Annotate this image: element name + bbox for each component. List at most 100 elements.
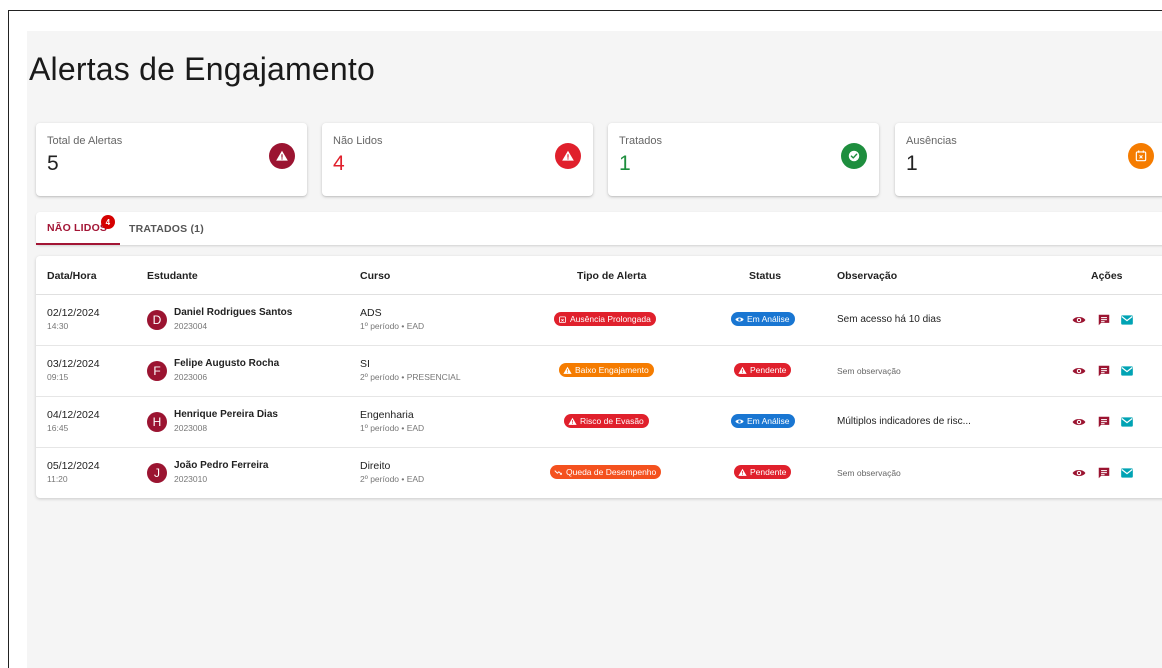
alert-time: 09:15 — [47, 372, 69, 382]
observation-text: Múltiplos indicadores de risc... — [837, 416, 971, 427]
email-button[interactable] — [1120, 415, 1134, 429]
course-detail: 1º período • EAD — [360, 423, 425, 433]
student-name: Daniel Rodrigues Santos — [174, 307, 293, 318]
email-button[interactable] — [1120, 313, 1134, 327]
table-row: 02/12/2024 14:30 D Daniel Rodrigues Sant… — [36, 295, 1162, 346]
page-title: Alertas de Engajamento — [29, 51, 375, 87]
window-frame: Alertas de Engajamento Total de Alertas … — [8, 10, 1162, 668]
mail-icon — [1121, 366, 1133, 376]
view-button[interactable] — [1072, 415, 1086, 429]
warning-icon — [738, 468, 747, 476]
eye-icon — [1072, 469, 1086, 477]
comment-icon — [1098, 467, 1110, 479]
header-student: Estudante — [147, 270, 198, 282]
stat-label: Não Lidos — [333, 135, 383, 147]
alert-type-label: Ausência Prolongada — [570, 314, 651, 324]
student-name: Felipe Augusto Rocha — [174, 358, 280, 369]
header-alert-type: Tipo de Alerta — [577, 270, 647, 282]
avatar: F — [147, 361, 167, 381]
alerts-table: Data/Hora Estudante Curso Tipo de Alerta… — [36, 256, 1162, 498]
warning-icon — [563, 366, 572, 374]
view-button[interactable] — [1072, 364, 1086, 378]
course-detail: 2º período • PRESENCIAL — [360, 372, 461, 382]
student-id: 2023006 — [174, 372, 208, 382]
stat-card-treated: Tratados 1 — [608, 123, 879, 196]
alert-time: 14:30 — [47, 321, 69, 331]
comment-icon — [1098, 365, 1110, 377]
alert-type-label: Baixo Engajamento — [575, 365, 649, 375]
stat-label: Total de Alertas — [47, 135, 123, 147]
student-name: João Pedro Ferreira — [174, 460, 269, 471]
eye-icon — [1072, 418, 1086, 426]
alert-type-chip: Risco de Evasão — [564, 414, 649, 428]
comment-button[interactable] — [1097, 415, 1111, 429]
warning-icon — [555, 143, 581, 169]
calendar-x-icon — [559, 315, 566, 323]
mail-icon — [1121, 417, 1133, 427]
tabs-bar: NÃO LIDOS 4 TRATADOS (1) — [36, 212, 1162, 245]
alert-time: 11:20 — [47, 474, 68, 484]
status-badge: Pendente — [734, 465, 792, 479]
main-content: Alertas de Engajamento Total de Alertas … — [27, 31, 1162, 668]
header-actions: Ações — [1091, 270, 1123, 282]
status-badge: Pendente — [734, 363, 792, 377]
alert-date: 03/12/2024 — [47, 358, 100, 370]
avatar: H — [147, 412, 167, 432]
alert-date: 04/12/2024 — [47, 409, 100, 421]
table-row: 03/12/2024 09:15 F Felipe Augusto Rocha … — [36, 346, 1162, 397]
table-header: Data/Hora Estudante Curso Tipo de Alerta… — [36, 256, 1162, 295]
status-badge: Em Análise — [731, 414, 795, 428]
header-observation: Observação — [837, 270, 898, 282]
stat-value: 5 — [47, 152, 59, 175]
tab-unread-label: NÃO LIDOS — [47, 221, 108, 234]
view-button[interactable] — [1072, 466, 1086, 480]
comment-icon — [1098, 314, 1110, 326]
course-detail: 1º período • EAD — [360, 321, 425, 331]
student-id: 2023008 — [174, 423, 208, 433]
comment-button[interactable] — [1097, 466, 1111, 480]
status-label: Pendente — [750, 467, 787, 477]
observation-text: Sem acesso há 10 dias — [837, 314, 941, 325]
comment-button[interactable] — [1097, 313, 1111, 327]
alert-type-chip: Baixo Engajamento — [559, 363, 654, 377]
eye-icon — [735, 317, 744, 321]
table-row: 05/12/2024 11:20 J João Pedro Ferreira 2… — [36, 448, 1162, 499]
mail-icon — [1121, 468, 1133, 478]
course-name: ADS — [360, 307, 382, 319]
alert-type-label: Queda de Desempenho — [566, 467, 657, 477]
mail-icon — [1121, 315, 1133, 325]
comment-button[interactable] — [1097, 364, 1111, 378]
header-date: Data/Hora — [47, 270, 97, 282]
status-badge: Em Análise — [731, 312, 795, 326]
alert-type-chip: Ausência Prolongada — [554, 312, 656, 326]
warning-icon — [269, 143, 295, 169]
warning-icon — [568, 417, 577, 425]
alert-date: 02/12/2024 — [47, 307, 100, 319]
alert-type-label: Risco de Evasão — [580, 416, 644, 426]
student-name: Henrique Pereira Dias — [174, 409, 278, 420]
tab-unread[interactable]: NÃO LIDOS 4 — [36, 212, 120, 245]
eye-icon — [735, 419, 744, 423]
stat-value: 1 — [906, 152, 918, 175]
course-detail: 2º período • EAD — [360, 474, 425, 484]
student-id: 2023010 — [174, 474, 208, 484]
comment-icon — [1098, 416, 1110, 428]
tab-treated[interactable]: TRATADOS (1) — [129, 212, 204, 245]
trending-down-icon — [554, 469, 562, 475]
header-course: Curso — [360, 270, 391, 282]
observation-text: Sem observação — [837, 468, 901, 478]
view-button[interactable] — [1072, 313, 1086, 327]
table-row: 04/12/2024 16:45 H Henrique Pereira Dias… — [36, 397, 1162, 448]
stat-card-unread: Não Lidos 4 — [322, 123, 593, 196]
alert-date: 05/12/2024 — [47, 460, 100, 472]
email-button[interactable] — [1120, 466, 1134, 480]
eye-icon — [1072, 316, 1086, 324]
email-button[interactable] — [1120, 364, 1134, 378]
header-status: Status — [749, 270, 782, 282]
student-id: 2023004 — [174, 321, 208, 331]
tab-treated-label: TRATADOS (1) — [129, 222, 204, 235]
stat-value: 1 — [619, 152, 631, 175]
check-circle-icon — [841, 143, 867, 169]
course-name: Engenharia — [360, 409, 414, 421]
observation-text: Sem observação — [837, 366, 901, 376]
